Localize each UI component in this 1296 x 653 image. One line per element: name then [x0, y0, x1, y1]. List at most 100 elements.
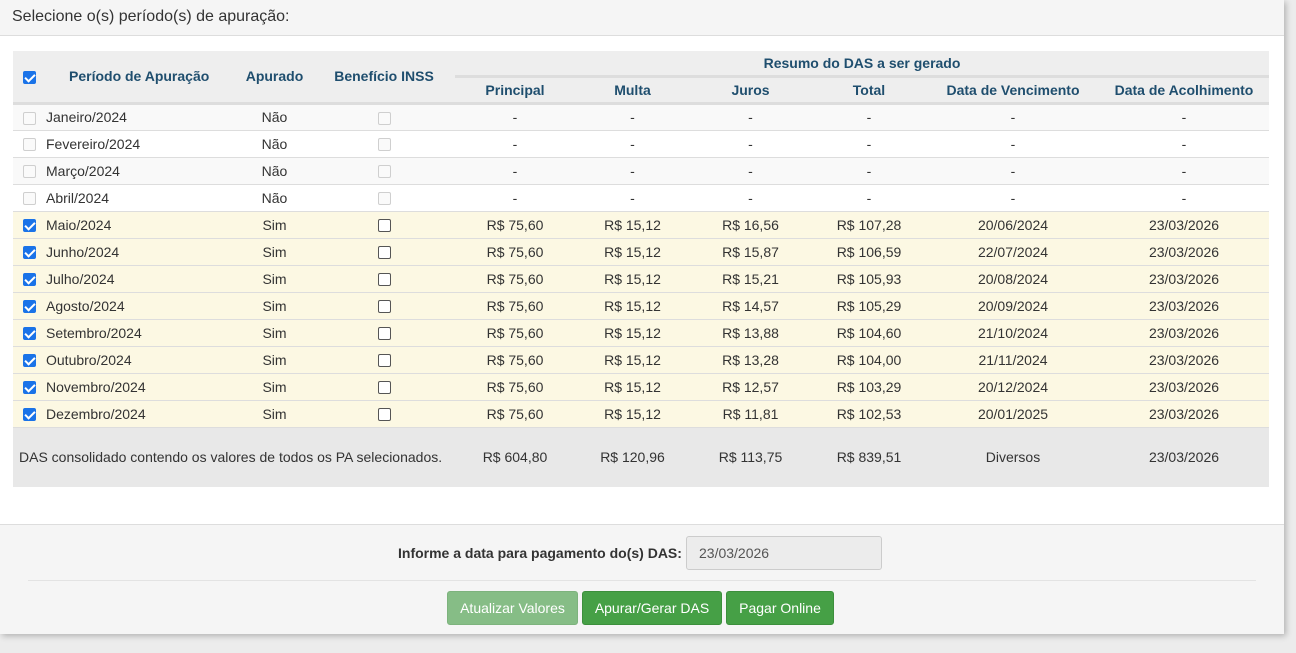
beneficio-inss-cell	[313, 210, 455, 238]
total-cell: R$ 107,28	[811, 210, 927, 238]
beneficio-inss-cell	[313, 399, 455, 427]
total-cell: -	[811, 102, 927, 130]
principal-cell: -	[455, 129, 575, 157]
acolhimento-cell: 23/03/2026	[1099, 318, 1269, 346]
payment-date-label: Informe a data para pagamento do(s) DAS:	[398, 545, 682, 561]
multa-cell: R$ 15,12	[575, 210, 690, 238]
beneficio-inss-cell	[313, 318, 455, 346]
totals-principal: R$ 604,80	[455, 426, 575, 487]
row-select-checkbox[interactable]	[23, 354, 36, 368]
total-cell: R$ 103,29	[811, 372, 927, 400]
acolhimento-cell: 23/03/2026	[1099, 291, 1269, 319]
table-row[interactable]: Abril/2024 Não - - - - - -	[13, 183, 1269, 211]
table-row[interactable]: Outubro/2024 Sim R$ 75,60 R$ 15,12 R$ 13,28 R…	[13, 345, 1269, 373]
table-row[interactable]: Julho/2024 Sim R$ 75,60 R$ 15,12 R$ 15,21 R$ …	[13, 264, 1269, 292]
principal-cell: R$ 75,60	[455, 210, 575, 238]
apurado-cell: Sim	[236, 399, 313, 427]
table-row[interactable]: Agosto/2024 Sim R$ 75,60 R$ 15,12 R$ 14,57 R$…	[13, 291, 1269, 319]
multa-cell: R$ 15,12	[575, 399, 690, 427]
acolhimento-cell: 23/03/2026	[1099, 264, 1269, 292]
multa-cell: -	[575, 102, 690, 130]
acolhimento-cell: 23/03/2026	[1099, 237, 1269, 265]
header-data-acolhimento: Data de Acolhimento	[1099, 76, 1269, 105]
header-apurado: Apurado	[236, 51, 313, 105]
row-select-checkbox[interactable]	[23, 327, 36, 341]
row-select-checkbox[interactable]	[23, 381, 36, 395]
totals-vencimento: Diversos	[927, 426, 1099, 487]
vencimento-cell: 21/11/2024	[927, 345, 1099, 373]
row-select-checkbox[interactable]	[23, 138, 36, 152]
total-cell: R$ 104,60	[811, 318, 927, 346]
payment-date-input[interactable]	[686, 536, 882, 570]
row-select-cell	[13, 183, 46, 211]
row-select-checkbox[interactable]	[23, 219, 36, 233]
vencimento-cell: -	[927, 102, 1099, 130]
vencimento-cell: 20/08/2024	[927, 264, 1099, 292]
row-select-cell	[13, 291, 46, 319]
vencimento-cell: 20/01/2025	[927, 399, 1099, 427]
multa-cell: R$ 15,12	[575, 237, 690, 265]
beneficio-inss-checkbox[interactable]	[377, 354, 391, 368]
atualizar-valores-button[interactable]: Atualizar Valores	[447, 591, 578, 625]
header-principal: Principal	[455, 76, 575, 105]
beneficio-inss-checkbox[interactable]	[377, 246, 391, 260]
periods-table-container: Período de Apuração Apurado Benefício IN…	[13, 51, 1269, 487]
table-row[interactable]: Março/2024 Não - - - - - -	[13, 156, 1269, 184]
multa-cell: R$ 15,12	[575, 264, 690, 292]
row-select-checkbox[interactable]	[23, 111, 36, 125]
vencimento-cell: -	[927, 156, 1099, 184]
header-resumo-das: Resumo do DAS a ser gerado	[455, 51, 1269, 78]
beneficio-inss-checkbox[interactable]	[377, 300, 391, 314]
apurado-cell: Sim	[236, 291, 313, 319]
pagar-online-button[interactable]: Pagar Online	[726, 591, 834, 625]
apurar-gerar-das-button[interactable]: Apurar/Gerar DAS	[582, 591, 722, 625]
total-cell: R$ 105,29	[811, 291, 927, 319]
table-row[interactable]: Novembro/2024 Sim R$ 75,60 R$ 15,12 R$ 12,57…	[13, 372, 1269, 400]
multa-cell: -	[575, 183, 690, 211]
beneficio-inss-checkbox[interactable]	[377, 219, 391, 233]
row-select-checkbox[interactable]	[23, 192, 36, 206]
acolhimento-cell: 23/03/2026	[1099, 210, 1269, 238]
multa-cell: R$ 15,12	[575, 291, 690, 319]
juros-cell: R$ 12,57	[690, 372, 811, 400]
apurado-cell: Não	[236, 102, 313, 130]
apurado-cell: Sim	[236, 372, 313, 400]
row-select-checkbox[interactable]	[23, 273, 36, 287]
principal-cell: R$ 75,60	[455, 345, 575, 373]
vencimento-cell: 20/06/2024	[927, 210, 1099, 238]
row-select-checkbox[interactable]	[23, 408, 36, 422]
table-row[interactable]: Maio/2024 Sim R$ 75,60 R$ 15,12 R$ 16,56 R$ 1…	[13, 210, 1269, 238]
beneficio-inss-checkbox[interactable]	[377, 381, 391, 395]
row-select-cell	[13, 399, 46, 427]
table-row[interactable]: Setembro/2024 Sim R$ 75,60 R$ 15,12 R$ 13,88…	[13, 318, 1269, 346]
periodo-cell: Fevereiro/2024	[46, 129, 236, 157]
beneficio-inss-checkbox[interactable]	[377, 408, 391, 422]
beneficio-inss-cell	[313, 102, 455, 130]
beneficio-inss-checkbox[interactable]	[377, 273, 391, 287]
row-select-checkbox[interactable]	[23, 246, 36, 260]
select-all-header	[13, 51, 46, 105]
row-select-cell	[13, 129, 46, 157]
periodo-cell: Setembro/2024	[46, 318, 236, 346]
periodo-cell: Maio/2024	[46, 210, 236, 238]
beneficio-inss-cell	[313, 264, 455, 292]
principal-cell: R$ 75,60	[455, 264, 575, 292]
beneficio-inss-checkbox	[377, 111, 391, 125]
table-row[interactable]: Junho/2024 Sim R$ 75,60 R$ 15,12 R$ 15,87 R$ …	[13, 237, 1269, 265]
total-cell: -	[811, 156, 927, 184]
total-cell: R$ 102,53	[811, 399, 927, 427]
totals-juros: R$ 113,75	[690, 426, 811, 487]
row-select-checkbox[interactable]	[23, 165, 36, 179]
periodo-cell: Janeiro/2024	[46, 102, 236, 130]
row-select-checkbox[interactable]	[23, 300, 36, 314]
vencimento-cell: 22/07/2024	[927, 237, 1099, 265]
table-row[interactable]: Dezembro/2024 Sim R$ 75,60 R$ 15,12 R$ 11,81…	[13, 399, 1269, 427]
header-multa: Multa	[575, 76, 690, 105]
select-all-checkbox[interactable]	[23, 71, 36, 85]
totals-description: DAS consolidado contendo os valores de t…	[13, 426, 455, 487]
multa-cell: R$ 15,12	[575, 345, 690, 373]
beneficio-inss-checkbox[interactable]	[377, 327, 391, 341]
table-row[interactable]: Fevereiro/2024 Não - - - - - -	[13, 129, 1269, 157]
apurado-cell: Sim	[236, 264, 313, 292]
table-row[interactable]: Janeiro/2024 Não - - - - - -	[13, 102, 1269, 130]
